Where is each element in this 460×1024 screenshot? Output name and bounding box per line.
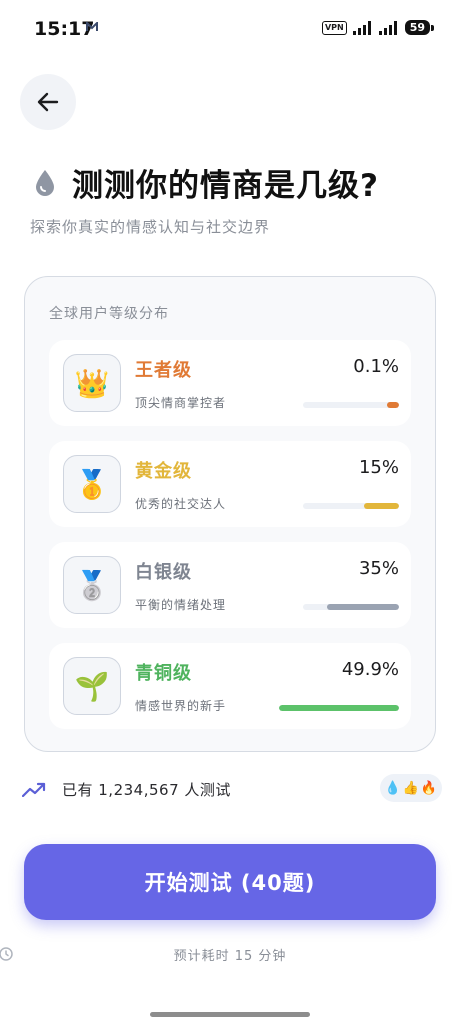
page-title: 测测你的情商是几级?: [72, 168, 379, 204]
level-percent: 15%: [358, 457, 399, 478]
drop-badge-icon: 💧: [384, 780, 402, 796]
gold-medal-icon: 🥇: [63, 455, 121, 513]
level-item-bronze: 🌱 青铜级 情感世界的新手 49.9%: [49, 643, 411, 729]
vpn-badge: VPN: [321, 20, 347, 35]
tested-count-text: 已有 1,234,567 人测试: [62, 780, 231, 799]
level-distribution-card: 全球用户等级分布 👑 王者级 顶尖情商掌控者 0.1% 🥇 黄金级 优秀的社交达…: [24, 276, 436, 752]
level-item-gold: 🥇 黄金级 优秀的社交达人 15%: [49, 441, 411, 527]
battery-icon: 59: [404, 20, 435, 35]
level-name: 王者级: [135, 360, 192, 381]
signal-icon-2: [378, 20, 397, 35]
level-description: 顶尖情商掌控者: [135, 396, 227, 410]
reaction-badges: 💧 👍 🔥: [380, 774, 442, 802]
title-row: 测测你的情商是几级?: [34, 160, 379, 205]
level-progress-bar: [303, 604, 399, 610]
notification-m-icon: [86, 22, 98, 31]
estimated-time-text: 预计耗时 15 分钟: [173, 949, 287, 964]
page-subtitle: 探索你真实的情感认知与社交边界: [30, 218, 271, 236]
level-progress-bar: [303, 402, 399, 408]
signal-icon: [352, 20, 371, 35]
level-progress-fill: [364, 503, 399, 509]
level-percent: 0.1%: [353, 356, 399, 377]
level-description: 平衡的情绪处理: [135, 598, 227, 612]
level-description: 优秀的社交达人: [135, 497, 227, 511]
back-button[interactable]: [20, 74, 76, 130]
level-percent: 35%: [358, 558, 399, 579]
distribution-heading: 全球用户等级分布: [49, 306, 169, 322]
level-percent: 49.9%: [341, 659, 399, 680]
level-name: 白银级: [135, 562, 192, 583]
status-bar: 15:17 VPN 59: [0, 0, 460, 60]
level-progress-fill: [387, 402, 399, 408]
trending-up-icon: [22, 782, 46, 797]
level-progress-fill: [327, 604, 399, 610]
tested-count-row: 已有 1,234,567 人测试 💧 👍 🔥: [22, 774, 442, 804]
level-progress-fill: [279, 705, 399, 711]
crown-icon: 👑: [63, 354, 121, 412]
home-indicator[interactable]: [150, 1012, 310, 1017]
level-description: 情感世界的新手: [135, 699, 227, 713]
level-name: 青铜级: [135, 663, 192, 684]
sprout-icon: 🌱: [63, 657, 121, 715]
level-item-silver: 🥈 白银级 平衡的情绪处理 35%: [49, 542, 411, 628]
level-progress-bar: [279, 705, 399, 711]
status-indicators: VPN 59: [321, 20, 435, 35]
level-name: 黄金级: [135, 461, 192, 482]
thumbs-up-badge-icon: 👍: [402, 780, 420, 796]
level-item-king: 👑 王者级 顶尖情商掌控者 0.1%: [49, 340, 411, 426]
start-test-button[interactable]: 开始测试 (40题): [24, 844, 436, 920]
silver-medal-icon: 🥈: [63, 556, 121, 614]
level-progress-bar: [303, 503, 399, 509]
water-drop-icon: [36, 169, 54, 196]
fire-badge-icon: 🔥: [420, 780, 438, 796]
arrow-left-icon: [37, 92, 59, 112]
